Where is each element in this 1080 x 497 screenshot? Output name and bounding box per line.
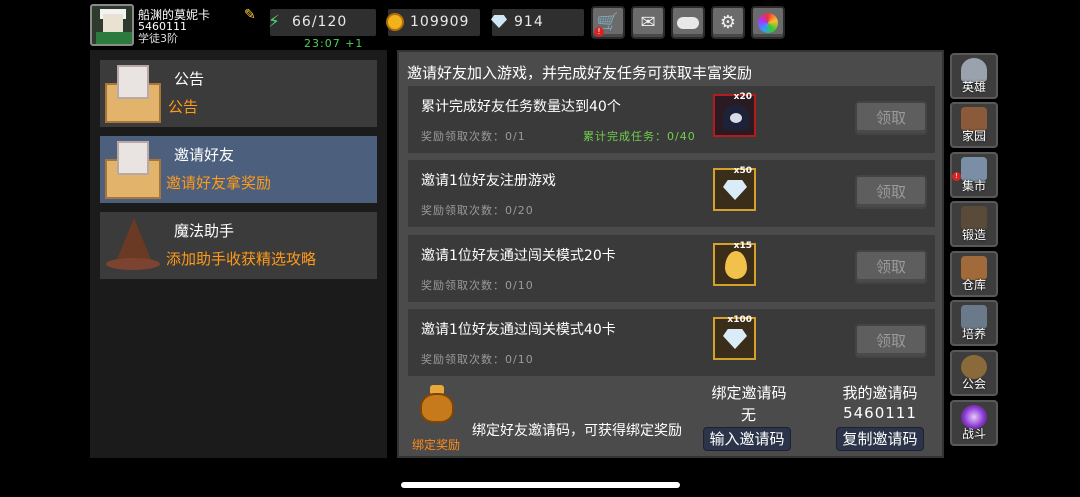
- player-avatar[interactable]: [90, 4, 134, 46]
- settings-button[interactable]: ⚙: [711, 6, 745, 39]
- task-claim-count: 奖励领取次数：0/10: [421, 279, 534, 292]
- menu-item-magic-assistant[interactable]: 魔法助手 添加助手收获精选攻略: [100, 212, 377, 279]
- reward-quantity: x15: [733, 241, 752, 251]
- alert-badge-icon: !: [594, 27, 604, 37]
- nav-heroes[interactable]: 英雄: [950, 53, 998, 99]
- task-row: 邀请1位好友通过闯关模式20卡 奖励领取次数：0/10 x15 领取: [408, 235, 935, 302]
- mail-letter-icon: [105, 141, 161, 199]
- gamepad-icon: [677, 16, 699, 29]
- gear-icon: ⚙: [719, 12, 737, 33]
- envelope-icon: ✉: [640, 12, 656, 33]
- bind-reward-label: 绑定奖励: [412, 438, 461, 452]
- nav-home[interactable]: 家园: [950, 102, 998, 148]
- task-claim-count: 奖励领取次数：0/1: [421, 130, 526, 143]
- nav-label: 仓库: [961, 278, 986, 292]
- nav-label: 英雄: [961, 80, 986, 94]
- nav-label: 家园: [961, 129, 986, 143]
- nav-label: 公会: [961, 377, 986, 391]
- energy-counter: ⚡ 66/120: [268, 9, 376, 36]
- reward-item[interactable]: x15: [713, 241, 756, 286]
- task-row: 邀请1位好友通过闯关模式40卡 奖励领取次数：0/10 x100 领取: [408, 309, 935, 376]
- gem-icon: [723, 329, 747, 349]
- edit-name-icon[interactable]: ✎: [244, 7, 256, 23]
- bind-code-label: 绑定邀请码: [711, 384, 787, 402]
- mail-letter-icon: [105, 65, 161, 123]
- gem-icon: [723, 180, 747, 200]
- bind-code-value: 无: [740, 406, 757, 424]
- lightning-icon: ⚡: [268, 12, 281, 32]
- claim-button[interactable]: 领取: [855, 175, 927, 209]
- mail-button[interactable]: ✉: [631, 6, 665, 39]
- shop-button[interactable]: 🛒 !: [591, 6, 625, 39]
- nav-warehouse[interactable]: 仓库: [950, 251, 998, 297]
- reward-item[interactable]: x50: [713, 166, 756, 211]
- coin-icon: [386, 13, 404, 31]
- task-title: 累计完成好友任务数量达到40个: [421, 99, 621, 115]
- gallery-button[interactable]: [751, 6, 785, 39]
- player-rank: 学徒3阶: [138, 32, 178, 45]
- task-progress: 累计完成任务：0/40: [583, 130, 696, 143]
- gem-counter: 914: [490, 9, 584, 36]
- my-code-value: 5460111: [843, 404, 917, 422]
- avatar-cloak: [96, 32, 132, 44]
- bind-section: 绑定奖励 绑定好友邀请码，可获得绑定奖励 绑定邀请码 无 我的邀请码 54601…: [408, 379, 935, 454]
- nav-cultivate[interactable]: 培养: [950, 300, 998, 346]
- menu-item-title: 邀请好友: [174, 146, 235, 164]
- nav-forge[interactable]: 锻造: [950, 201, 998, 247]
- invite-panel: 邀请好友加入游戏，并完成好友任务可获取丰富奖励 累计完成好友任务数量达到40个 …: [397, 50, 944, 458]
- energy-value: 66/120: [292, 14, 348, 30]
- gem-value: 914: [514, 14, 544, 30]
- task-title: 邀请1位好友注册游戏: [421, 173, 556, 189]
- reward-quantity: x20: [733, 92, 752, 102]
- claim-button[interactable]: 领取: [855, 101, 927, 135]
- ghost-icon: [723, 104, 749, 130]
- nav-label: 集市: [961, 179, 986, 193]
- menu-item-subtitle: 邀请好友拿奖励: [166, 174, 272, 192]
- nav-label: 锻造: [961, 228, 986, 242]
- task-row: 邀请1位好友注册游戏 奖励领取次数：0/20 x50 领取: [408, 160, 935, 227]
- enter-code-button[interactable]: 输入邀请码: [703, 427, 791, 451]
- task-claim-count: 奖励领取次数：0/10: [421, 353, 534, 366]
- menu-item-title: 公告: [174, 70, 205, 88]
- reward-bag-icon[interactable]: [414, 383, 460, 429]
- task-title: 邀请1位好友通过闯关模式40卡: [421, 322, 616, 338]
- reward-quantity: x50: [733, 166, 752, 176]
- nav-label: 培养: [961, 327, 986, 341]
- nav-label: 战斗: [961, 427, 986, 441]
- color-wheel-icon: [758, 12, 778, 33]
- nav-guild[interactable]: 公会: [950, 350, 998, 396]
- reward-quantity: x100: [727, 315, 752, 325]
- claim-button[interactable]: 领取: [855, 250, 927, 284]
- energy-timer: 23:07 +1: [304, 37, 364, 50]
- menu-item-subtitle: 公告: [168, 98, 199, 116]
- panel-header: 邀请好友加入游戏，并完成好友任务可获取丰富奖励: [407, 64, 753, 82]
- wizard-hat-icon: [104, 216, 162, 276]
- menu-item-subtitle: 添加助手收获精选攻略: [166, 250, 317, 268]
- task-row: 累计完成好友任务数量达到40个 奖励领取次数：0/1 累计完成任务：0/40 x…: [408, 86, 935, 153]
- task-claim-count: 奖励领取次数：0/20: [421, 204, 534, 217]
- menu-item-invite-friends[interactable]: 邀请好友 邀请好友拿奖励: [100, 136, 377, 203]
- task-title: 邀请1位好友通过闯关模式20卡: [421, 248, 616, 264]
- claim-button[interactable]: 领取: [855, 324, 927, 358]
- nav-market[interactable]: ! 集市: [950, 152, 998, 198]
- egg-icon: [725, 251, 747, 279]
- gem-icon: [490, 13, 508, 31]
- menu-item-announcement[interactable]: 公告 公告: [100, 60, 377, 127]
- gamepad-button[interactable]: [671, 6, 705, 39]
- my-code-label: 我的邀请码: [842, 384, 918, 402]
- bind-description: 绑定好友邀请码，可获得绑定奖励: [472, 423, 682, 439]
- coin-counter: 109909: [386, 9, 480, 36]
- menu-panel: 公告 公告 邀请好友 邀请好友拿奖励 魔法助手 添加助手收获精选攻略: [90, 50, 387, 458]
- menu-item-title: 魔法助手: [174, 222, 235, 240]
- copy-code-button[interactable]: 复制邀请码: [836, 427, 924, 451]
- coin-value: 109909: [410, 14, 470, 30]
- reward-item[interactable]: x100: [713, 315, 756, 360]
- reward-item[interactable]: x20: [713, 92, 756, 137]
- home-indicator[interactable]: [401, 482, 680, 488]
- nav-battle[interactable]: 战斗: [950, 400, 998, 446]
